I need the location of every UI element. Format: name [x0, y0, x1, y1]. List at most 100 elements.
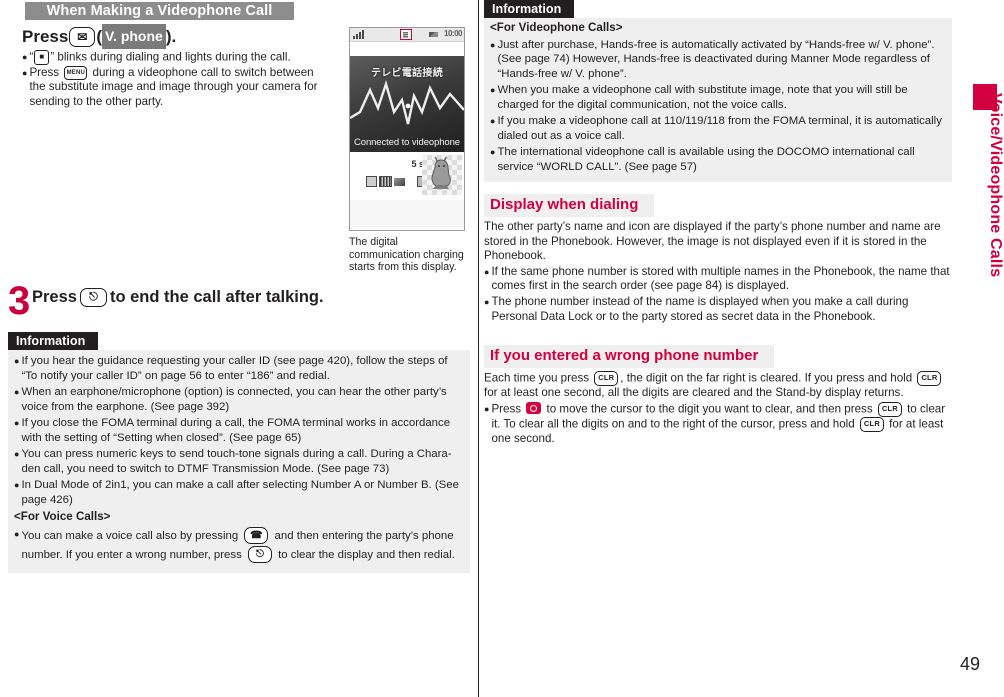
- bullet-dot-icon: ●: [14, 356, 20, 366]
- quote-open: “: [29, 50, 34, 64]
- menu-key-icon: MENU: [64, 66, 88, 80]
- substitute-image-thumbnail: [422, 155, 462, 195]
- bullet-dot-icon: ●: [484, 296, 490, 307]
- list-item-text: You can press numeric keys to send touch…: [21, 448, 452, 475]
- waveform-graphic: [350, 79, 464, 125]
- step-number: 3: [8, 279, 31, 323]
- section-heading: If you entered a wrong phone number: [484, 345, 775, 368]
- subsection-heading: <For Videophone Calls>: [490, 21, 623, 34]
- para-part-3: for at least one second, all the digits …: [484, 386, 904, 400]
- bullet-dot-icon: ●: [490, 147, 496, 157]
- information-header: Information: [484, 0, 575, 18]
- bullet-part-1: Press: [491, 402, 525, 416]
- bullet-dot-icon: ●: [14, 418, 20, 428]
- step-2-heading: Press ✉ ( V. phone ).: [22, 24, 312, 49]
- list-item-text: If you close the FOMA terminal during a …: [21, 417, 451, 444]
- press-word: Press: [29, 66, 63, 80]
- phone-screenshot-figure: 10:00 テレビ電話接続 Connected to videophone 5 …: [349, 27, 465, 231]
- voice-bullet-post: to clear the display and then redial.: [274, 548, 455, 561]
- bullet-dot-icon: ●: [490, 39, 496, 50]
- end-call-key-icon: ⎋: [79, 287, 107, 307]
- list-item: ● In Dual Mode of 2in1, you can make a c…: [14, 478, 462, 507]
- subsection-heading: <For Voice Calls>: [14, 510, 111, 523]
- section-heading: Display when dialing: [484, 194, 655, 217]
- list-item: ● When an earphone/microphone (option) i…: [14, 385, 462, 414]
- phone-bottom-row: [350, 200, 464, 229]
- list-item: ● “■” blinks during dialing and lights d…: [22, 50, 332, 65]
- information-box-left: Information ● If you hear the guidance r…: [8, 332, 470, 573]
- bullet-dot-icon: ●: [22, 68, 28, 78]
- list-item: ● When you make a videophone call with s…: [490, 83, 944, 112]
- phone-lower-area: 5 s: [350, 152, 464, 200]
- list-item-text: The international videophone call is ava…: [497, 146, 915, 173]
- phone-clock: 10:00: [444, 29, 462, 38]
- bullet-dot-icon: ●: [22, 52, 28, 62]
- column-divider: [478, 0, 479, 697]
- bullet-dot-icon: ●: [14, 449, 20, 459]
- end-call-key-icon: ⎋: [247, 545, 272, 563]
- list-item-text: If you hear the guidance requesting your…: [21, 355, 448, 382]
- list-item: ● If you close the FOMA terminal during …: [14, 416, 462, 445]
- left-column: When Making a Videophone Call Press ✉ ( …: [0, 0, 470, 697]
- phone-video-area: テレビ電話接続 Connected to videophone: [350, 56, 464, 152]
- list-item: ● If you make a videophone call at 110/1…: [490, 114, 944, 143]
- list-item-text: When an earphone/microphone (option) is …: [21, 386, 447, 413]
- step-2-bullets: ● “■” blinks during dialing and lights d…: [22, 50, 332, 110]
- battery-icon: [429, 32, 438, 37]
- list-item: ● The phone number instead of the name i…: [484, 295, 954, 324]
- section-paragraph: Each time you press CLR, the digit on th…: [484, 371, 954, 401]
- bullet-dot-icon: ●: [484, 403, 490, 414]
- section-paragraph: The other party’s name and icon are disp…: [484, 220, 941, 263]
- videophone-indicator-highlight-icon: [400, 29, 412, 40]
- close-paren: ).: [165, 26, 177, 46]
- information-body: ● If you hear the guidance requesting yo…: [8, 350, 470, 573]
- side-tab-label: Voice/Videophone Calls: [987, 93, 1004, 278]
- clear-key-icon: CLR: [859, 416, 884, 432]
- manual-page: When Making a Videophone Call Press ✉ ( …: [0, 0, 1004, 697]
- list-item: ● Press MENU during a videophone call to…: [22, 66, 332, 109]
- para-part-2: , the digit on the far right is cleared.…: [620, 371, 916, 385]
- information-box-right: Information <For Videophone Calls> ● Jus…: [484, 0, 952, 182]
- substitute-image-icon: [379, 176, 392, 187]
- signal-strength-icon: [353, 30, 364, 39]
- bullet-dot-icon: ●: [490, 85, 496, 95]
- phone-video-caption: Connected to videophone: [354, 137, 460, 148]
- list-item-text: Just after purchase, Hands-free is autom…: [497, 38, 935, 80]
- list-item-text: If you make a videophone call at 110/119…: [497, 115, 942, 142]
- page-number: 49: [959, 654, 980, 674]
- bullet-dot-icon: ●: [490, 116, 496, 126]
- list-item: ● If the same phone number is stored wit…: [484, 265, 954, 294]
- navigation-key-icon: [526, 402, 542, 415]
- list-item: ● You can make a voice call also by pres…: [14, 526, 462, 565]
- step-3-heading: 3 Press ⎋ to end the call after talking.: [8, 279, 458, 323]
- section-banner: When Making a Videophone Call: [25, 2, 294, 20]
- information-header: Information: [8, 332, 99, 350]
- mail-key-icon: ✉: [69, 26, 96, 47]
- list-item: ● Press to move the cursor to the digit …: [484, 401, 954, 447]
- list-item: ● You can press numeric keys to send tou…: [14, 447, 462, 476]
- phone-blank-row: [350, 42, 464, 56]
- camera-icon: [394, 177, 405, 186]
- videophone-indicator-icon: ■: [34, 50, 50, 65]
- call-key-icon: ☎: [244, 526, 269, 544]
- press-label: Press: [32, 288, 77, 306]
- clear-key-icon: CLR: [917, 371, 942, 386]
- bullet-dot-icon: ●: [14, 387, 20, 397]
- figure-caption: The digital communication charging start…: [349, 236, 464, 274]
- list-item-text: If the same phone number is stored with …: [491, 264, 950, 293]
- list-item-text: The phone number instead of the name is …: [491, 294, 909, 323]
- list-item: ● If you hear the guidance requesting yo…: [14, 354, 462, 383]
- phone-status-bar: 10:00: [350, 28, 464, 42]
- list-item: ● The international videophone call is a…: [490, 145, 944, 174]
- voice-bullet-pre: You can make a voice call also by pressi…: [21, 529, 242, 542]
- bullet-dot-icon: ●: [484, 266, 490, 277]
- clear-key-icon: CLR: [877, 401, 902, 417]
- section-wrong-phone-number: If you entered a wrong phone number Each…: [484, 345, 954, 447]
- clear-key-icon: CLR: [594, 371, 619, 386]
- list-item-text: When you make a videophone call with sub…: [497, 84, 908, 111]
- bullet-dot-icon: ●: [14, 528, 20, 539]
- step-3-text: to end the call after talking.: [109, 288, 324, 306]
- section-display-when-dialing: Display when dialing The other party’s n…: [484, 194, 954, 324]
- bullet-dot-icon: ●: [14, 480, 20, 490]
- side-tab: Voice/Videophone Calls: [963, 84, 1004, 374]
